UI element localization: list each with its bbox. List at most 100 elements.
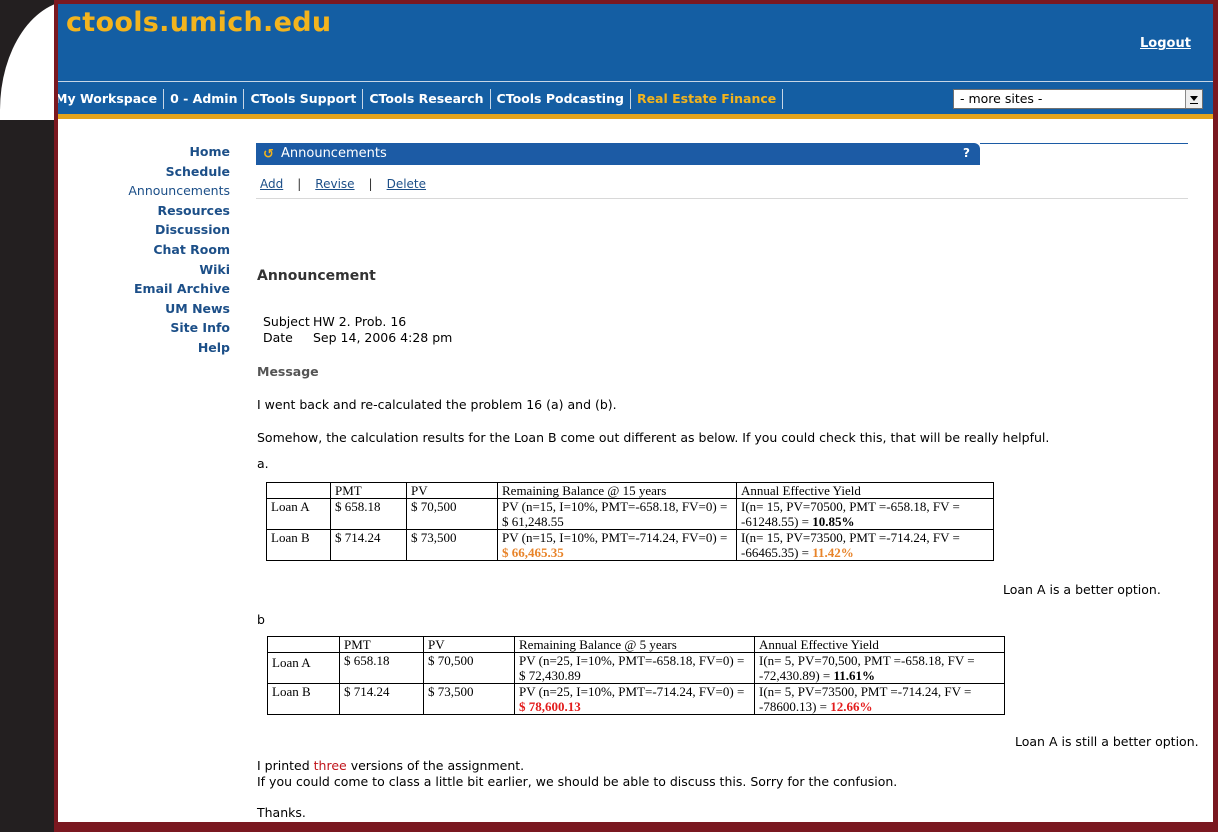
sidebar-item-home[interactable]: Home xyxy=(58,142,230,162)
printed-count: three xyxy=(313,758,347,773)
yield-cell: I(n= 5, PV=70,500, PMT =-658.18, FV = -7… xyxy=(754,652,1005,684)
browser-window: ctools.umich.edu Logout My Workspace 0 -… xyxy=(58,4,1213,822)
table-header-cell: Annual Effective Yield xyxy=(736,482,994,499)
table-header-cell: Remaining Balance @ 15 years xyxy=(497,482,737,499)
help-icon[interactable]: ? xyxy=(963,146,970,160)
add-link[interactable]: Add xyxy=(260,177,283,191)
subject-value: HW 2. Prob. 16 xyxy=(313,314,407,329)
portlet-title: Announcements xyxy=(281,146,387,161)
tab-separator xyxy=(782,88,784,109)
yield-value: 10.85% xyxy=(812,514,855,529)
sidebar-item-schedule[interactable]: Schedule xyxy=(58,162,230,182)
tab-my-workspace[interactable]: My Workspace xyxy=(58,91,163,106)
balance-value: $ 61,248.55 xyxy=(502,514,564,529)
balance-value: $ 72,430.89 xyxy=(519,668,581,683)
message-label: Message xyxy=(257,364,319,379)
loan-name: Loan A xyxy=(266,498,331,530)
action-separator: | xyxy=(368,177,373,191)
sidebar-item-resources[interactable]: Resources xyxy=(58,201,230,221)
announcement-heading: Announcement xyxy=(257,268,376,284)
tab-admin[interactable]: 0 - Admin xyxy=(164,91,243,106)
tab-ctools-research[interactable]: CTools Research xyxy=(363,91,489,106)
revise-link[interactable]: Revise xyxy=(315,177,354,191)
loan-table-b: PMT PV Remaining Balance @ 5 years Annua… xyxy=(267,636,1005,715)
loan-name: Loan B xyxy=(266,529,331,561)
yield-cell: I(n= 5, PV=73500, PMT =-714.24, FV = -78… xyxy=(754,683,1005,715)
loan-table-a: PMT PV Remaining Balance @ 15 years Annu… xyxy=(266,482,994,561)
table-header-cell: Remaining Balance @ 5 years xyxy=(514,636,755,653)
yield-cell: I(n= 15, PV=73500, PMT =-714.24, FV = -6… xyxy=(736,529,994,561)
sidebar-item-email-archive[interactable]: Email Archive xyxy=(58,279,230,299)
message-printed-line: I printed three versions of the assignme… xyxy=(257,758,524,773)
balance-formula: PV (n=25, I=10%, PMT=-658.18, FV=0) = xyxy=(519,653,745,668)
delete-link[interactable]: Delete xyxy=(387,177,426,191)
pmt-cell: $ 658.18 xyxy=(330,498,407,530)
tool-menu: Home Schedule Announcements Resources Di… xyxy=(58,142,230,358)
balance-formula: PV (n=15, I=10%, PMT=-714.24, FV=0) = xyxy=(502,530,728,545)
action-toolbar: Add | Revise | Delete xyxy=(260,177,426,191)
action-separator: | xyxy=(297,177,302,191)
printed-text: I printed xyxy=(257,758,314,773)
site-tabs: My Workspace 0 - Admin CTools Support CT… xyxy=(58,84,784,113)
balance-cell: PV (n=25, I=10%, PMT=-714.24, FV=0) = $ … xyxy=(514,683,755,715)
balance-cell: PV (n=15, I=10%, PMT=-714.24, FV=0) = $ … xyxy=(497,529,737,561)
background-left xyxy=(0,0,55,832)
pv-cell: $ 73,500 xyxy=(423,683,515,715)
balance-formula: PV (n=25, I=10%, PMT=-714.24, FV=0) = xyxy=(519,684,745,699)
sidebar-item-chat-room[interactable]: Chat Room xyxy=(58,240,230,260)
toolbar-divider xyxy=(256,198,1188,199)
sidebar-item-discussion[interactable]: Discussion xyxy=(58,220,230,240)
portlet-title-bar: ↺ Announcements ? xyxy=(256,143,980,165)
table-header-cell: PMT xyxy=(339,636,424,653)
chevron-down-icon[interactable] xyxy=(1185,90,1202,108)
more-sites-value: - more sites - xyxy=(960,91,1043,106)
message-thanks: Thanks. xyxy=(257,805,306,820)
yield-value: 11.61% xyxy=(833,668,876,683)
table-header-cell: PV xyxy=(406,482,498,499)
tab-ctools-support[interactable]: CTools Support xyxy=(244,91,362,106)
reset-icon[interactable]: ↺ xyxy=(263,147,274,162)
part-a-label: a. xyxy=(257,456,269,471)
subject-label: Subject xyxy=(263,314,310,329)
table-header-cell: PV xyxy=(423,636,515,653)
pmt-cell: $ 714.24 xyxy=(339,683,424,715)
table-row: Loan B $ 714.24 $ 73,500 PV (n=15, I=10%… xyxy=(266,529,994,561)
site-header: ctools.umich.edu Logout xyxy=(58,4,1213,81)
loan-name: Loan A xyxy=(267,652,340,684)
pv-cell: $ 73,500 xyxy=(406,529,498,561)
printed-text-end: versions of the assignment. xyxy=(346,758,525,773)
table-row: Loan A $ 658.18 $ 70,500 PV (n=15, I=10%… xyxy=(266,498,994,530)
portlet-title-line xyxy=(980,143,1188,144)
site-logo: ctools.umich.edu xyxy=(66,7,332,38)
loan-name: Loan B xyxy=(267,683,340,715)
tab-bar-underline xyxy=(58,114,1213,119)
balance-value-highlight: $ 66,465.35 xyxy=(502,545,564,560)
table-row: Loan B $ 714.24 $ 73,500 PV (n=25, I=10%… xyxy=(267,683,1005,715)
sidebar-item-announcements[interactable]: Announcements xyxy=(58,181,230,201)
sidebar-item-help[interactable]: Help xyxy=(58,338,230,358)
more-sites-select[interactable]: - more sites - xyxy=(953,89,1203,109)
sidebar-item-wiki[interactable]: Wiki xyxy=(58,260,230,280)
yield-cell: I(n= 15, PV=70500, PMT =-658.18, FV = -6… xyxy=(736,498,994,530)
balance-value-highlight: $ 78,600.13 xyxy=(519,699,581,714)
tab-ctools-podcasting[interactable]: CTools Podcasting xyxy=(491,91,630,106)
pv-cell: $ 70,500 xyxy=(423,652,515,684)
yield-value-highlight: 11.42% xyxy=(812,545,854,560)
note-part-a: Loan A is a better option. xyxy=(1003,582,1161,597)
sidebar-item-um-news[interactable]: UM News xyxy=(58,299,230,319)
table-header-cell: PMT xyxy=(330,482,407,499)
message-class-line: If you could come to class a little bit … xyxy=(257,774,898,789)
table-row: Loan A $ 658.18 $ 70,500 PV (n=25, I=10%… xyxy=(267,652,1005,684)
part-b-label: b xyxy=(257,612,265,627)
yield-value-highlight: 12.66% xyxy=(830,699,873,714)
sidebar-item-site-info[interactable]: Site Info xyxy=(58,318,230,338)
pmt-cell: $ 714.24 xyxy=(330,529,407,561)
table-header-cell xyxy=(266,482,331,499)
note-part-b: Loan A is still a better option. xyxy=(1015,734,1199,749)
date-label: Date xyxy=(263,330,293,345)
balance-cell: PV (n=25, I=10%, PMT=-658.18, FV=0) = $ … xyxy=(514,652,755,684)
logout-link[interactable]: Logout xyxy=(1140,36,1191,51)
date-value: Sep 14, 2006 4:28 pm xyxy=(313,330,453,345)
tab-real-estate-finance[interactable]: Real Estate Finance xyxy=(631,91,782,106)
balance-cell: PV (n=15, I=10%, PMT=-658.18, FV=0) = $ … xyxy=(497,498,737,530)
